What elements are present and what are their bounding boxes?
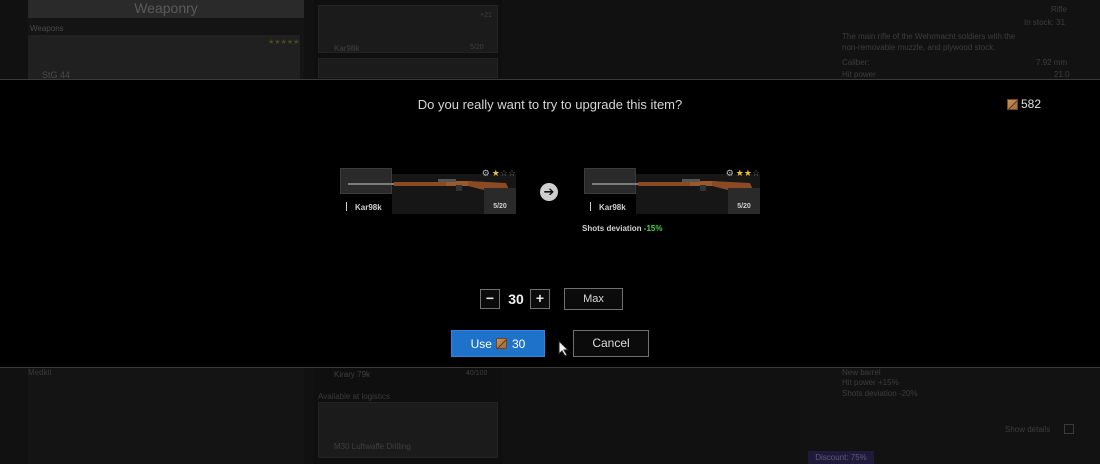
show-details-checkbox <box>1064 424 1074 434</box>
use-button-label: Use <box>470 336 492 351</box>
star-filled-icon: ★ <box>491 168 500 178</box>
upgrade-bonus: Shots deviation -15% <box>582 224 662 233</box>
item-level: 5/20 <box>484 188 516 214</box>
gear-icon: ⚙ <box>725 168 734 178</box>
shots-deviation-bonus: Shots deviation -20% <box>842 389 918 398</box>
caliber-label: Caliber: <box>842 58 870 67</box>
crate-icon <box>495 338 507 349</box>
crate-icon <box>1007 98 1018 110</box>
item-description: non-removable muzzle, and plywood stock. <box>842 43 996 52</box>
hit-power-bonus: Hit power +15% <box>842 378 899 387</box>
bonus-label: Shots deviation <box>582 224 642 233</box>
currency-amount: 582 <box>1021 97 1042 111</box>
weapons-category-label: Weapons <box>30 24 64 33</box>
currency-balance: 582 <box>1007 97 1041 111</box>
bg-item-level: 40/100 <box>466 370 488 377</box>
item-level: 5/20 <box>728 188 760 214</box>
star-empty-icon: ☆☆ <box>499 168 516 178</box>
weaponry-header: Weaponry <box>28 0 304 18</box>
bg-item-name: Kirary 79k <box>334 370 371 379</box>
decrease-quantity-button[interactable]: − <box>480 289 500 309</box>
item-rarity: ⚙ ★★☆ <box>726 168 760 179</box>
item-rarity: ⚙ ★☆☆ <box>482 168 516 179</box>
use-button-cost: 30 <box>511 336 526 351</box>
caliber-value: 7.92 mm <box>1036 58 1068 67</box>
star-filled-icon: ★★ <box>735 168 752 178</box>
quantity-value: 30 <box>508 291 524 307</box>
cancel-button[interactable]: Cancel <box>573 330 649 357</box>
bg-item-card <box>318 58 498 78</box>
gear-icon: ⚙ <box>481 168 490 178</box>
hit-power-label: Hit power <box>842 70 876 79</box>
item-type: Rifle <box>1051 5 1068 14</box>
item-stock: In stock: 31 <box>1024 18 1065 27</box>
bg-item-bonus: +21 <box>480 12 492 19</box>
bonus-value: -15% <box>643 224 663 233</box>
hit-power-value: 21.0 <box>1054 70 1070 79</box>
weapon-card-stars-icon: ★★★★★ <box>268 39 300 46</box>
item-description: The main rifle of the Wehrmacht soldiers… <box>842 32 1016 41</box>
upgrade-dialog: Do you really want to try to upgrade thi… <box>0 79 1100 368</box>
available-at-logistics-label: Available at logistics <box>318 392 390 401</box>
bg-item-level: 5/20 <box>470 44 484 51</box>
increase-quantity-button[interactable]: + <box>530 289 550 309</box>
upgraded-item-card: ⚙ ★★☆ 5/20 Kar98k <box>584 168 760 218</box>
star-empty-icon: ☆ <box>751 168 760 178</box>
arrow-right-icon: ➔ <box>540 183 558 201</box>
dialog-title: Do you really want to try to upgrade thi… <box>417 97 683 112</box>
new-barrel-label: New barrel <box>842 368 881 377</box>
show-details-label: Show details <box>1005 425 1051 434</box>
bg-item-name: Kar98k <box>334 44 360 53</box>
current-item-card: ⚙ ★☆☆ 5/20 Kar98k <box>340 168 516 218</box>
mouse-cursor-icon <box>558 340 570 357</box>
item-name: Kar98k <box>590 202 626 212</box>
use-button[interactable]: Use 30 <box>451 330 545 357</box>
discount-badge: Discount: 75% <box>808 451 874 464</box>
medkit-item: Medkit <box>28 368 52 377</box>
item-name: Kar98k <box>346 202 382 212</box>
bg-item-name: M30 Luftwaffe Drilling <box>334 442 411 451</box>
max-button[interactable]: Max <box>564 288 623 310</box>
